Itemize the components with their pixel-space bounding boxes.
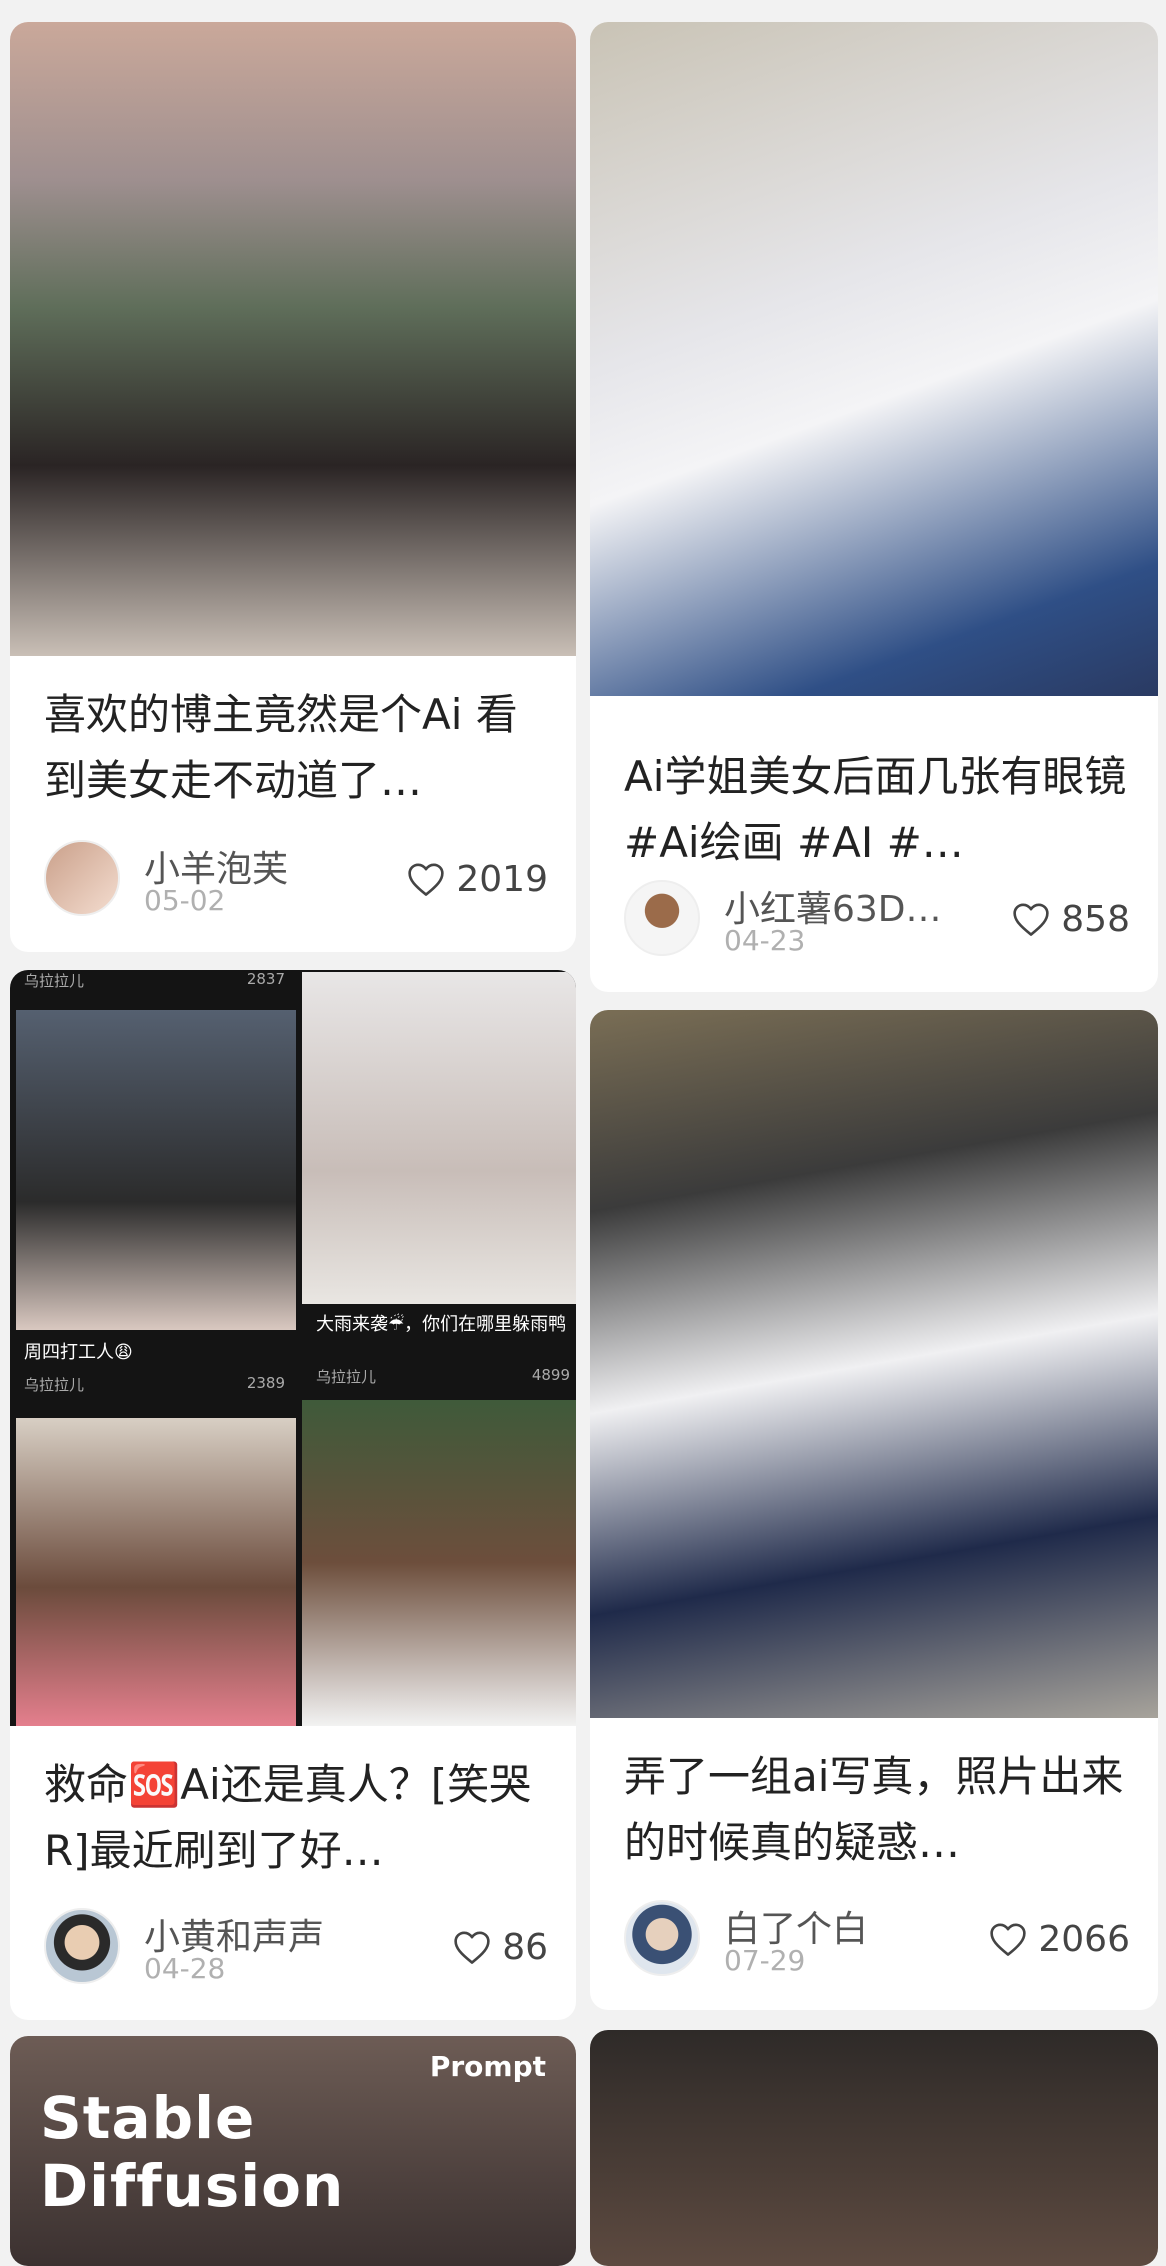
feed-card-4[interactable]: 弄了一组ai写真，照片出来的时候真的疑惑… 白了个白 07-29 2066 — [590, 1010, 1158, 2010]
avatar[interactable] — [44, 840, 120, 916]
feed-card-5[interactable]: Prompt Stable Diffusion — [10, 2036, 576, 2266]
post-cover-image[interactable] — [590, 2030, 1158, 2266]
like-button[interactable]: 86 — [452, 1922, 548, 1972]
post-title: 喜欢的博主竟然是个Ai 看到美女走不动道了… — [44, 690, 518, 805]
collage-caption: 大雨来袭☔，你们在哪里躲雨鸭 — [316, 1314, 567, 1335]
collage-caption: 周四打工人😩 — [24, 1342, 133, 1363]
collage-author: 乌拉拉儿 — [24, 972, 85, 988]
post-meta: 白了个白 07-29 2066 — [624, 1900, 1130, 1980]
collage-likes: 2837 — [246, 970, 285, 988]
collage-cell-1-caption: 周四打工人😩 乌拉拉儿 2389 — [10, 1332, 295, 1412]
collage-cell-2 — [302, 972, 576, 1304]
like-count: 2066 — [1038, 1918, 1130, 1960]
avatar[interactable] — [44, 1908, 120, 1984]
post-title: 弄了一组ai写真，照片出来的时候真的疑惑… — [624, 1752, 1124, 1867]
overlay-prompt-label: Prompt — [429, 2050, 546, 2083]
post-cover-image[interactable]: Prompt Stable Diffusion — [10, 2036, 576, 2266]
feed-card-6[interactable] — [590, 2030, 1158, 2266]
like-button[interactable]: 858 — [1011, 894, 1130, 944]
heart-icon — [988, 1921, 1028, 1957]
feed-card-3[interactable]: 乌拉拉儿 2837 周四打工人😩 乌拉拉儿 2389 大雨来袭☔，你们在哪里躲雨… — [10, 970, 576, 2020]
post-title: Ai学姐美女后面几张有眼镜 #Ai绘画 #AI #… — [624, 752, 1127, 867]
collage-likes: 2389 — [246, 1374, 285, 1392]
collage-author: 乌拉拉儿 — [24, 1376, 85, 1394]
feed-card-1[interactable]: 喜欢的博主竟然是个Ai 看到美女走不动道了… 小羊泡芙 05-02 2019 — [10, 22, 576, 952]
collage-likes: 4899 — [531, 1366, 570, 1384]
post-cover-image[interactable] — [590, 22, 1158, 696]
collage-cell-2-caption: 大雨来袭☔，你们在哪里躲雨鸭 乌拉拉儿 4899 — [302, 1306, 576, 1390]
heart-icon — [406, 861, 446, 897]
post-cover-image[interactable]: 乌拉拉儿 2837 周四打工人😩 乌拉拉儿 2389 大雨来袭☔，你们在哪里躲雨… — [10, 970, 576, 1726]
post-title: 救命🆘Ai还是真人？[笑哭R]最近刷到了好… — [44, 1760, 532, 1875]
collage-cell-top-strip: 乌拉拉儿 2837 — [10, 970, 295, 988]
like-button[interactable]: 2019 — [406, 854, 548, 904]
avatar[interactable] — [624, 880, 700, 956]
post-date: 07-29 — [724, 1944, 806, 1977]
feed-card-2[interactable]: Ai学姐美女后面几张有眼镜 #Ai绘画 #AI #… 小红薯63D… 04-23… — [590, 22, 1158, 992]
like-count: 858 — [1061, 898, 1130, 940]
avatar[interactable] — [624, 1900, 700, 1976]
like-count: 2019 — [456, 858, 548, 900]
post-cover-image[interactable] — [10, 22, 576, 656]
post-cover-image[interactable] — [590, 1010, 1158, 1718]
post-date: 04-28 — [144, 1952, 226, 1985]
post-meta: 小羊泡芙 05-02 2019 — [44, 840, 548, 920]
overlay-title: Stable Diffusion — [40, 2084, 345, 2220]
like-button[interactable]: 2066 — [988, 1914, 1130, 1964]
like-count: 86 — [502, 1926, 548, 1968]
post-meta: 小红薯63D… 04-23 858 — [624, 880, 1130, 960]
post-date: 05-02 — [144, 884, 226, 917]
post-meta: 小黄和声声 04-28 86 — [44, 1908, 548, 1988]
heart-icon — [452, 1929, 492, 1965]
post-date: 04-23 — [724, 924, 806, 957]
collage-cell-1 — [16, 1010, 296, 1330]
collage-image: 乌拉拉儿 2837 周四打工人😩 乌拉拉儿 2389 大雨来袭☔，你们在哪里躲雨… — [10, 970, 576, 1726]
collage-cell-4 — [302, 1400, 576, 1726]
collage-cell-3 — [16, 1418, 296, 1726]
collage-author: 乌拉拉儿 — [316, 1368, 377, 1386]
heart-icon — [1011, 901, 1051, 937]
